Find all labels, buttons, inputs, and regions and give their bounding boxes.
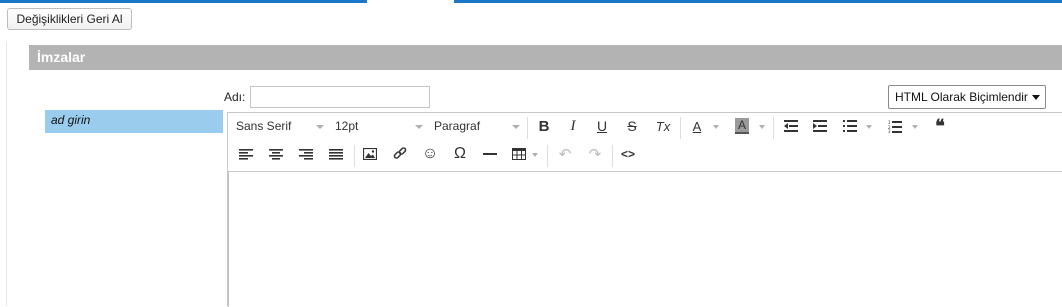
name-label: Adı: — [224, 90, 246, 104]
chevron-down-icon — [512, 125, 520, 129]
editor-toolbar-row-1: Sans Serif 12pt Paragraf B I U S Tx A A — [228, 114, 1062, 142]
emoji-icon[interactable]: ☺ — [418, 142, 442, 166]
toolbar-separator — [527, 117, 528, 139]
name-input[interactable] — [250, 86, 430, 108]
background-color-swatch: A — [734, 118, 749, 134]
source-code-icon[interactable]: <> — [616, 142, 640, 166]
numbered-list-icon[interactable]: 123 — [883, 114, 907, 138]
text-color-icon[interactable]: A — [686, 114, 708, 138]
toolbar-separator — [680, 117, 681, 139]
align-right-icon[interactable] — [294, 142, 318, 166]
font-size-dropdown[interactable]: 12pt — [335, 114, 427, 138]
section-header: İmzalar — [29, 45, 1062, 70]
format-select[interactable]: HTML Olarak Biçimlendir — [888, 85, 1046, 109]
align-left-icon[interactable] — [234, 142, 258, 166]
font-family-dropdown[interactable]: Sans Serif — [236, 114, 328, 138]
editor-content-area[interactable] — [228, 171, 1062, 307]
link-icon[interactable] — [388, 142, 412, 166]
indent-icon[interactable] — [808, 114, 832, 138]
svg-text:3: 3 — [888, 129, 891, 133]
redo-icon[interactable]: ↷ — [583, 142, 607, 166]
top-accent-bar-right — [454, 0, 1062, 3]
blockquote-icon[interactable]: ❝ — [928, 114, 952, 138]
table-icon[interactable] — [509, 142, 529, 166]
editor-toolbar-row-2: ☺ Ω ↶ ↷ <> — [228, 142, 1062, 170]
signature-list-item[interactable]: ad girin — [45, 110, 223, 133]
chevron-down-icon[interactable] — [532, 153, 538, 157]
chevron-down-icon[interactable] — [759, 125, 765, 129]
horizontal-rule-icon[interactable] — [478, 142, 502, 166]
clear-format-icon[interactable]: Tx — [650, 114, 676, 138]
toolbar-separator — [773, 117, 774, 139]
undo-icon[interactable]: ↶ — [553, 142, 577, 166]
section-title: İmzalar — [37, 49, 86, 65]
toolbar-separator — [547, 145, 548, 167]
align-center-icon[interactable] — [264, 142, 288, 166]
underline-icon[interactable]: U — [590, 114, 614, 138]
format-select-value: HTML Olarak Biçimlendir — [895, 90, 1028, 104]
signature-list-item-label: ad girin — [51, 113, 91, 127]
chevron-down-icon[interactable] — [713, 125, 719, 129]
toolbar-separator — [612, 145, 613, 167]
caret-down-icon — [1032, 95, 1040, 100]
panel-left-border — [6, 42, 7, 306]
chevron-down-icon[interactable] — [866, 125, 872, 129]
special-character-icon[interactable]: Ω — [448, 142, 472, 166]
signature-editor: Sans Serif 12pt Paragraf B I U S Tx A A — [227, 112, 1062, 307]
outdent-icon[interactable] — [779, 114, 803, 138]
strikethrough-icon[interactable]: S — [620, 114, 644, 138]
bold-icon[interactable]: B — [532, 114, 556, 138]
font-size-value: 12pt — [335, 119, 359, 133]
chevron-down-icon — [316, 125, 324, 129]
paragraph-style-dropdown[interactable]: Paragraf — [434, 114, 524, 138]
paragraph-style-value: Paragraf — [434, 119, 481, 133]
top-accent-bar-left — [0, 0, 367, 3]
revert-changes-button[interactable]: Değişiklikleri Geri Al — [7, 8, 132, 30]
bullet-list-icon[interactable] — [838, 114, 862, 138]
italic-icon[interactable]: I — [561, 114, 585, 138]
background-color-icon[interactable]: A — [731, 114, 753, 138]
chevron-down-icon[interactable] — [912, 125, 918, 129]
image-icon[interactable] — [358, 142, 382, 166]
chevron-down-icon — [415, 125, 423, 129]
toolbar-separator — [354, 145, 355, 167]
align-justify-icon[interactable] — [324, 142, 348, 166]
font-family-value: Sans Serif — [236, 119, 292, 133]
